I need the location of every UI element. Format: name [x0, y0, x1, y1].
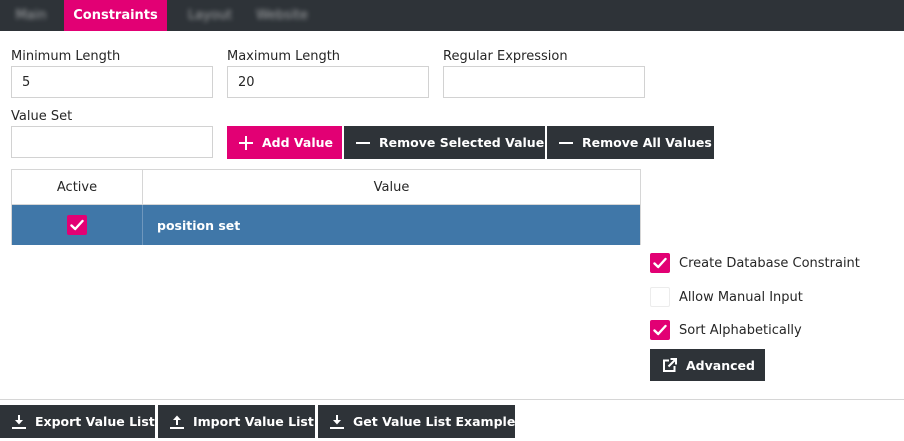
minus-icon	[356, 135, 370, 151]
export-value-list-label: Export Value List	[35, 414, 155, 429]
download-icon	[330, 414, 344, 430]
allow-manual-input-label: Allow Manual Input	[679, 289, 803, 305]
create-db-constraint-option[interactable]: Create Database Constraint	[650, 252, 860, 274]
minus-icon	[559, 135, 573, 151]
tab-constraints[interactable]: Constraints	[64, 0, 167, 31]
remove-selected-value-label: Remove Selected Value	[379, 135, 545, 150]
add-value-button[interactable]: Add Value	[227, 126, 342, 159]
regex-input[interactable]	[443, 66, 645, 98]
advanced-button[interactable]: Advanced	[650, 349, 765, 381]
value-set-input[interactable]	[11, 126, 213, 158]
value-set-label: Value Set	[11, 109, 73, 124]
get-value-list-example-button[interactable]: Get Value List Example	[318, 405, 515, 438]
footer-divider	[0, 399, 904, 400]
tab-main[interactable]: Main	[8, 0, 54, 31]
row-value-cell: position set	[157, 217, 241, 233]
upload-icon	[170, 414, 184, 430]
min-length-input[interactable]	[11, 66, 213, 98]
values-table: Active Value position set	[11, 169, 641, 245]
advanced-label: Advanced	[686, 357, 755, 373]
get-value-list-example-label: Get Value List Example	[353, 414, 516, 429]
sort-alphabetically-option[interactable]: Sort Alphabetically	[650, 319, 802, 341]
row-active-cell	[12, 205, 143, 245]
create-db-constraint-checkbox[interactable]	[650, 253, 670, 273]
remove-selected-value-button[interactable]: Remove Selected Value	[344, 126, 545, 159]
min-length-label: Minimum Length	[11, 49, 121, 64]
download-icon	[12, 414, 26, 430]
sort-alphabetically-label: Sort Alphabetically	[679, 322, 802, 338]
regex-label: Regular Expression	[443, 49, 568, 64]
table-header: Active Value	[12, 170, 640, 205]
table-row[interactable]: position set	[12, 205, 640, 245]
allow-manual-input-option[interactable]: Allow Manual Input	[650, 286, 803, 308]
row-active-checkbox[interactable]	[67, 215, 87, 235]
column-header-active[interactable]: Active	[12, 170, 143, 204]
add-value-label: Add Value	[262, 135, 334, 150]
max-length-input[interactable]	[227, 66, 429, 98]
tab-layout[interactable]: Layout	[180, 0, 240, 31]
tab-website[interactable]: Website	[250, 0, 314, 31]
import-value-list-button[interactable]: Import Value List	[158, 405, 315, 438]
allow-manual-input-checkbox[interactable]	[650, 287, 670, 307]
sort-alphabetically-checkbox[interactable]	[650, 320, 670, 340]
import-value-list-label: Import Value List	[193, 414, 314, 429]
external-link-icon	[662, 357, 677, 373]
export-value-list-button[interactable]: Export Value List	[0, 405, 155, 438]
column-header-value[interactable]: Value	[143, 170, 640, 204]
remove-all-values-label: Remove All Values	[582, 135, 712, 150]
tab-bar: Main Constraints Layout Website	[0, 0, 904, 31]
remove-all-values-button[interactable]: Remove All Values	[547, 126, 714, 159]
plus-icon	[239, 135, 253, 151]
create-db-constraint-label: Create Database Constraint	[679, 255, 860, 271]
max-length-label: Maximum Length	[227, 49, 341, 64]
